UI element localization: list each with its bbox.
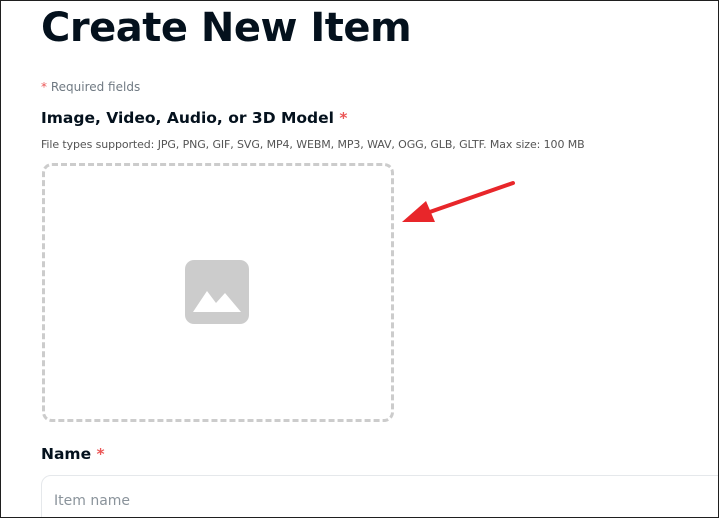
page-title: Create New Item bbox=[41, 5, 412, 51]
media-required-marker: * bbox=[339, 109, 348, 127]
media-field-label: Image, Video, Audio, or 3D Model * bbox=[41, 109, 347, 127]
name-required-marker: * bbox=[96, 445, 105, 463]
required-asterisk: * bbox=[41, 80, 47, 94]
required-fields-note: * Required fields bbox=[41, 80, 140, 94]
required-fields-text: Required fields bbox=[50, 80, 141, 94]
media-label-text: Image, Video, Audio, or 3D Model bbox=[41, 109, 334, 127]
create-item-page: Create New Item * Required fields Image,… bbox=[0, 0, 719, 518]
name-label-text: Name bbox=[41, 445, 92, 463]
file-types-hint: File types supported: JPG, PNG, GIF, SVG… bbox=[41, 138, 585, 151]
item-name-input[interactable] bbox=[41, 475, 718, 517]
arrow-icon bbox=[402, 181, 515, 222]
media-upload-dropzone[interactable] bbox=[42, 163, 394, 422]
name-field-label: Name * bbox=[41, 445, 105, 463]
image-icon bbox=[185, 260, 249, 324]
